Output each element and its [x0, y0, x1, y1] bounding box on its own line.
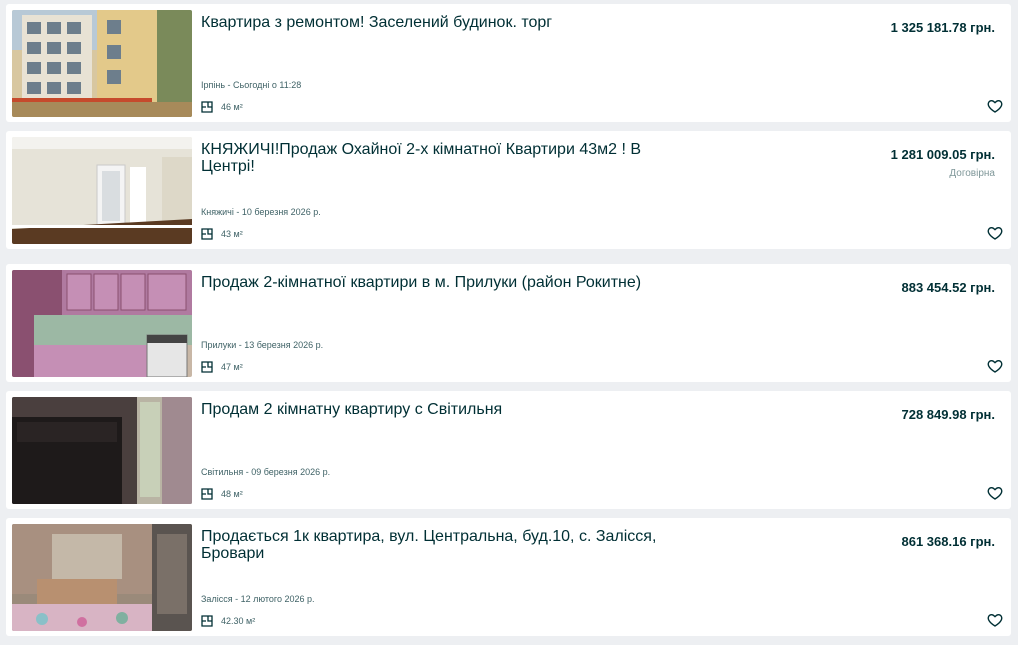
location-date: Залісся - 12 лютого 2026 р.	[201, 594, 315, 604]
listing-price: 883 454.52 грн.	[901, 280, 996, 295]
floor-plan-icon	[201, 101, 213, 113]
listing-photo[interactable]	[12, 137, 192, 244]
favorite-heart-icon[interactable]	[987, 225, 1003, 241]
listing-photo[interactable]	[12, 270, 192, 377]
area-info: 46 м²	[201, 100, 243, 114]
listing-card[interactable]: Продаж 2-кімнатної квартири в м. Прилуки…	[6, 264, 1011, 382]
area-value: 48 м²	[221, 489, 243, 499]
bedroom-photo	[12, 524, 192, 631]
listing-price: 861 368.16 грн.	[901, 534, 996, 549]
listing-card[interactable]: Продам 2 кімнатну квартиру с Світильня 7…	[6, 391, 1011, 509]
room-photo	[12, 397, 192, 504]
floor-plan-icon	[201, 361, 213, 373]
area-value: 46 м²	[221, 102, 243, 112]
favorite-heart-icon[interactable]	[987, 98, 1003, 114]
area-value: 43 м²	[221, 229, 243, 239]
floor-plan-icon	[201, 228, 213, 240]
favorite-heart-icon[interactable]	[987, 358, 1003, 374]
listing-title[interactable]: Продається 1к квартира, вул. Центральна,…	[201, 528, 671, 562]
area-info: 48 м²	[201, 487, 243, 501]
floor-plan-icon	[201, 488, 213, 500]
listing-photo[interactable]	[12, 524, 192, 631]
listing-price: 728 849.98 грн.	[901, 407, 996, 422]
area-info: 43 м²	[201, 227, 243, 241]
listing-list: Квартира з ремонтом! Заселений будинок. …	[0, 0, 1018, 645]
area-value: 47 м²	[221, 362, 243, 372]
location-date: Княжичі - 10 березня 2026 р.	[201, 207, 321, 217]
location-date: Світильня - 09 березня 2026 р.	[201, 467, 331, 477]
listing-title[interactable]: Продаж 2-кімнатної квартири в м. Прилуки…	[201, 274, 671, 291]
listing-title[interactable]: Квартира з ремонтом! Заселений будинок. …	[201, 14, 671, 31]
location-date: Прилуки - 13 березня 2026 р.	[201, 340, 324, 350]
kitchen-photo	[12, 270, 192, 377]
listing-card[interactable]: Квартира з ремонтом! Заселений будинок. …	[6, 4, 1011, 122]
listing-photo[interactable]	[12, 397, 192, 504]
listing-photo[interactable]	[12, 10, 192, 117]
building-photo	[12, 10, 192, 117]
floor-plan-icon	[201, 615, 213, 627]
listing-card[interactable]: Продається 1к квартира, вул. Центральна,…	[6, 518, 1011, 636]
negotiable-label: Договірна	[949, 168, 995, 179]
listing-price: 1 281 009.05 грн.	[890, 147, 995, 162]
area-info: 42.30 м²	[201, 614, 255, 628]
listing-card[interactable]: КНЯЖИЧІ!Продаж Охайної 2-х кімнатної Ква…	[6, 131, 1011, 249]
area-value: 42.30 м²	[221, 616, 256, 626]
location-date: Ірпінь - Сьогодні о 11:28	[201, 80, 302, 90]
favorite-heart-icon[interactable]	[987, 485, 1003, 501]
listing-price: 1 325 181.78 грн.	[890, 20, 995, 35]
listing-title[interactable]: Продам 2 кімнатну квартиру с Світильня	[201, 401, 671, 418]
interior-photo	[12, 137, 192, 244]
favorite-heart-icon[interactable]	[987, 612, 1003, 628]
listing-title[interactable]: КНЯЖИЧІ!Продаж Охайної 2-х кімнатної Ква…	[201, 141, 671, 175]
area-info: 47 м²	[201, 360, 243, 374]
